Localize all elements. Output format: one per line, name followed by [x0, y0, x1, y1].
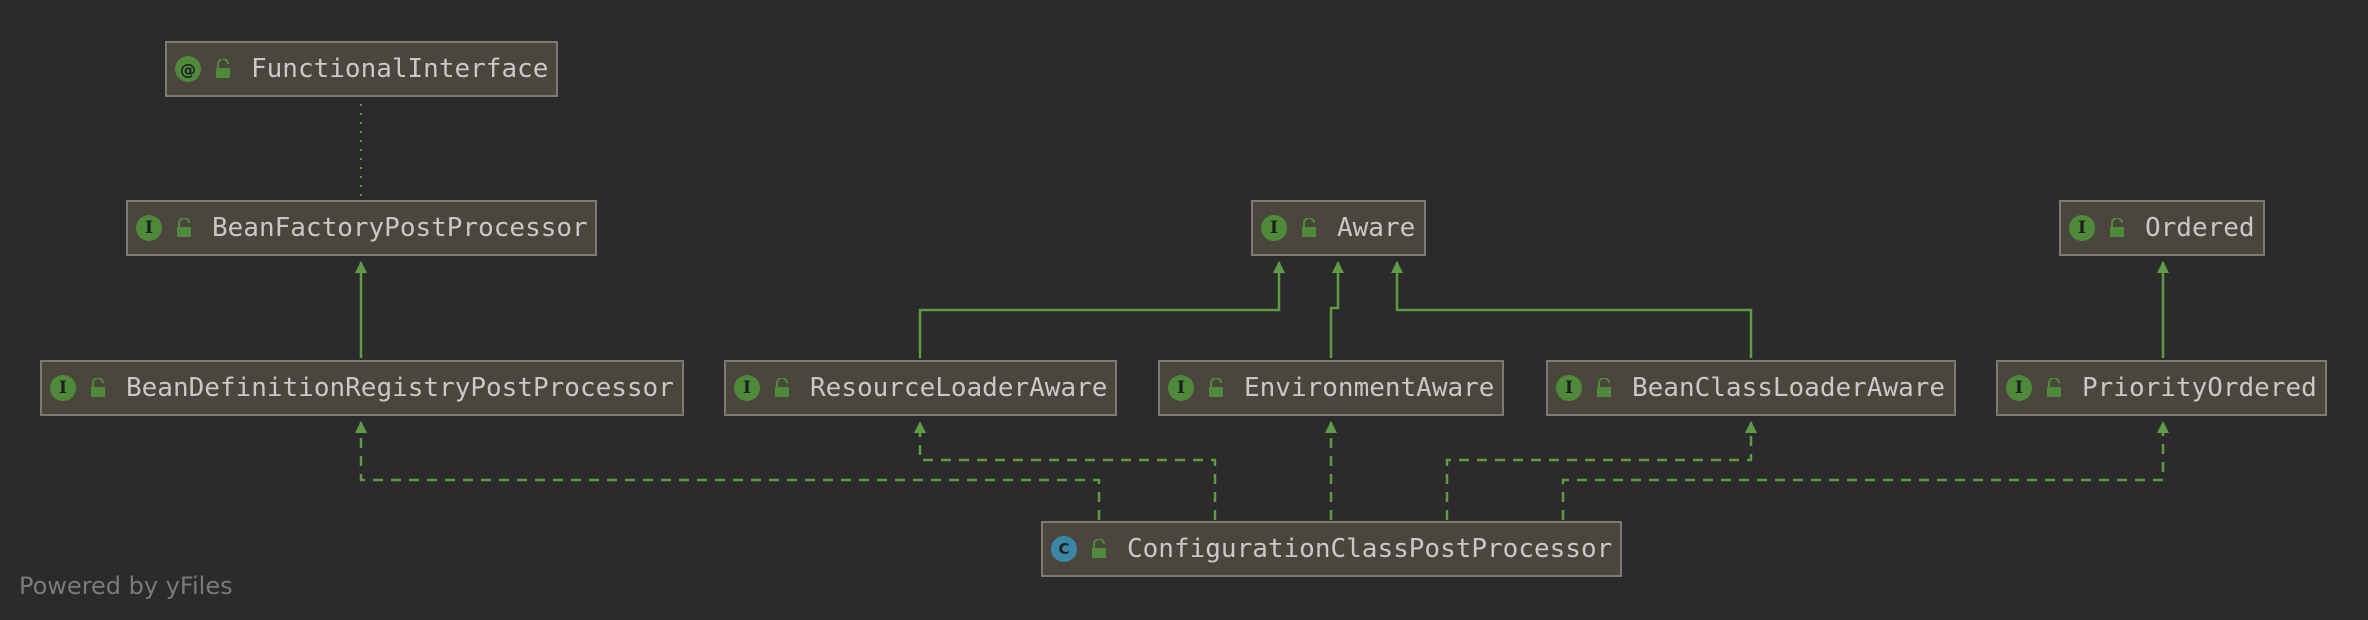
node-label: Aware	[1337, 213, 1416, 243]
extends-edge-resourceloader-to-aware	[918, 261, 1285, 358]
diagram-canvas: @ FunctionalInterface I BeanFactoryPostP…	[0, 0, 2368, 620]
node-functional-interface[interactable]: @ FunctionalInterface	[165, 41, 558, 97]
node-ordered[interactable]: I Ordered	[2059, 200, 2265, 256]
interface-badge-icon: I	[2006, 375, 2032, 401]
unlocked-padlock-icon	[2110, 218, 2124, 237]
unlocked-padlock-icon	[1092, 539, 1106, 558]
node-label: EnvironmentAware	[1244, 373, 1495, 403]
unlocked-padlock-icon	[1209, 378, 1223, 397]
implements-edge-to-resourceloader	[914, 421, 1217, 520]
interface-badge-icon: I	[50, 375, 76, 401]
unlocked-padlock-icon	[216, 59, 230, 78]
unlocked-padlock-icon	[1302, 218, 1316, 237]
interface-badge-icon: I	[2069, 215, 2095, 241]
interface-badge-icon: I	[1556, 375, 1582, 401]
unlocked-padlock-icon	[775, 378, 789, 397]
node-bean-factory-post-processor[interactable]: I BeanFactoryPostProcessor	[126, 200, 597, 256]
node-label: PriorityOrdered	[2082, 373, 2317, 403]
node-environment-aware[interactable]: I EnvironmentAware	[1158, 360, 1504, 416]
node-label: BeanFactoryPostProcessor	[212, 213, 588, 243]
interface-badge-icon: I	[136, 215, 162, 241]
unlocked-padlock-icon	[2047, 378, 2061, 397]
interface-badge-icon: I	[734, 375, 760, 401]
node-aware[interactable]: I Aware	[1251, 200, 1426, 256]
node-label: FunctionalInterface	[251, 54, 549, 84]
node-configuration-class-post-processor[interactable]: C ConfigurationClassPostProcessor	[1041, 521, 1622, 577]
node-label: BeanClassLoaderAware	[1632, 373, 1946, 403]
powered-by-credit: Powered by yFiles	[19, 572, 233, 600]
unlocked-padlock-icon	[177, 218, 191, 237]
class-badge-icon: C	[1051, 536, 1077, 562]
implements-edge-to-priority	[1561, 421, 2169, 520]
extends-edge-environment-to-aware	[1329, 261, 1344, 358]
unlocked-padlock-icon	[91, 378, 105, 397]
interface-badge-icon: I	[1168, 375, 1194, 401]
unlocked-padlock-icon	[1597, 378, 1611, 397]
node-label: BeanDefinitionRegistryPostProcessor	[126, 373, 674, 403]
node-priority-ordered[interactable]: I PriorityOrdered	[1996, 360, 2327, 416]
node-resource-loader-aware[interactable]: I ResourceLoaderAware	[724, 360, 1117, 416]
implements-edge-to-registry	[355, 421, 1101, 520]
extends-edge-classloader-to-aware	[1391, 261, 1753, 358]
implements-edge-to-classloader	[1445, 421, 1757, 520]
node-label: Ordered	[2145, 213, 2255, 243]
node-label: ResourceLoaderAware	[810, 373, 1108, 403]
node-bean-class-loader-aware[interactable]: I BeanClassLoaderAware	[1546, 360, 1956, 416]
node-bean-definition-registry-post-processor[interactable]: I BeanDefinitionRegistryPostProcessor	[40, 360, 684, 416]
node-label: ConfigurationClassPostProcessor	[1127, 534, 1613, 564]
annotation-badge-icon: @	[175, 56, 201, 82]
interface-badge-icon: I	[1261, 215, 1287, 241]
